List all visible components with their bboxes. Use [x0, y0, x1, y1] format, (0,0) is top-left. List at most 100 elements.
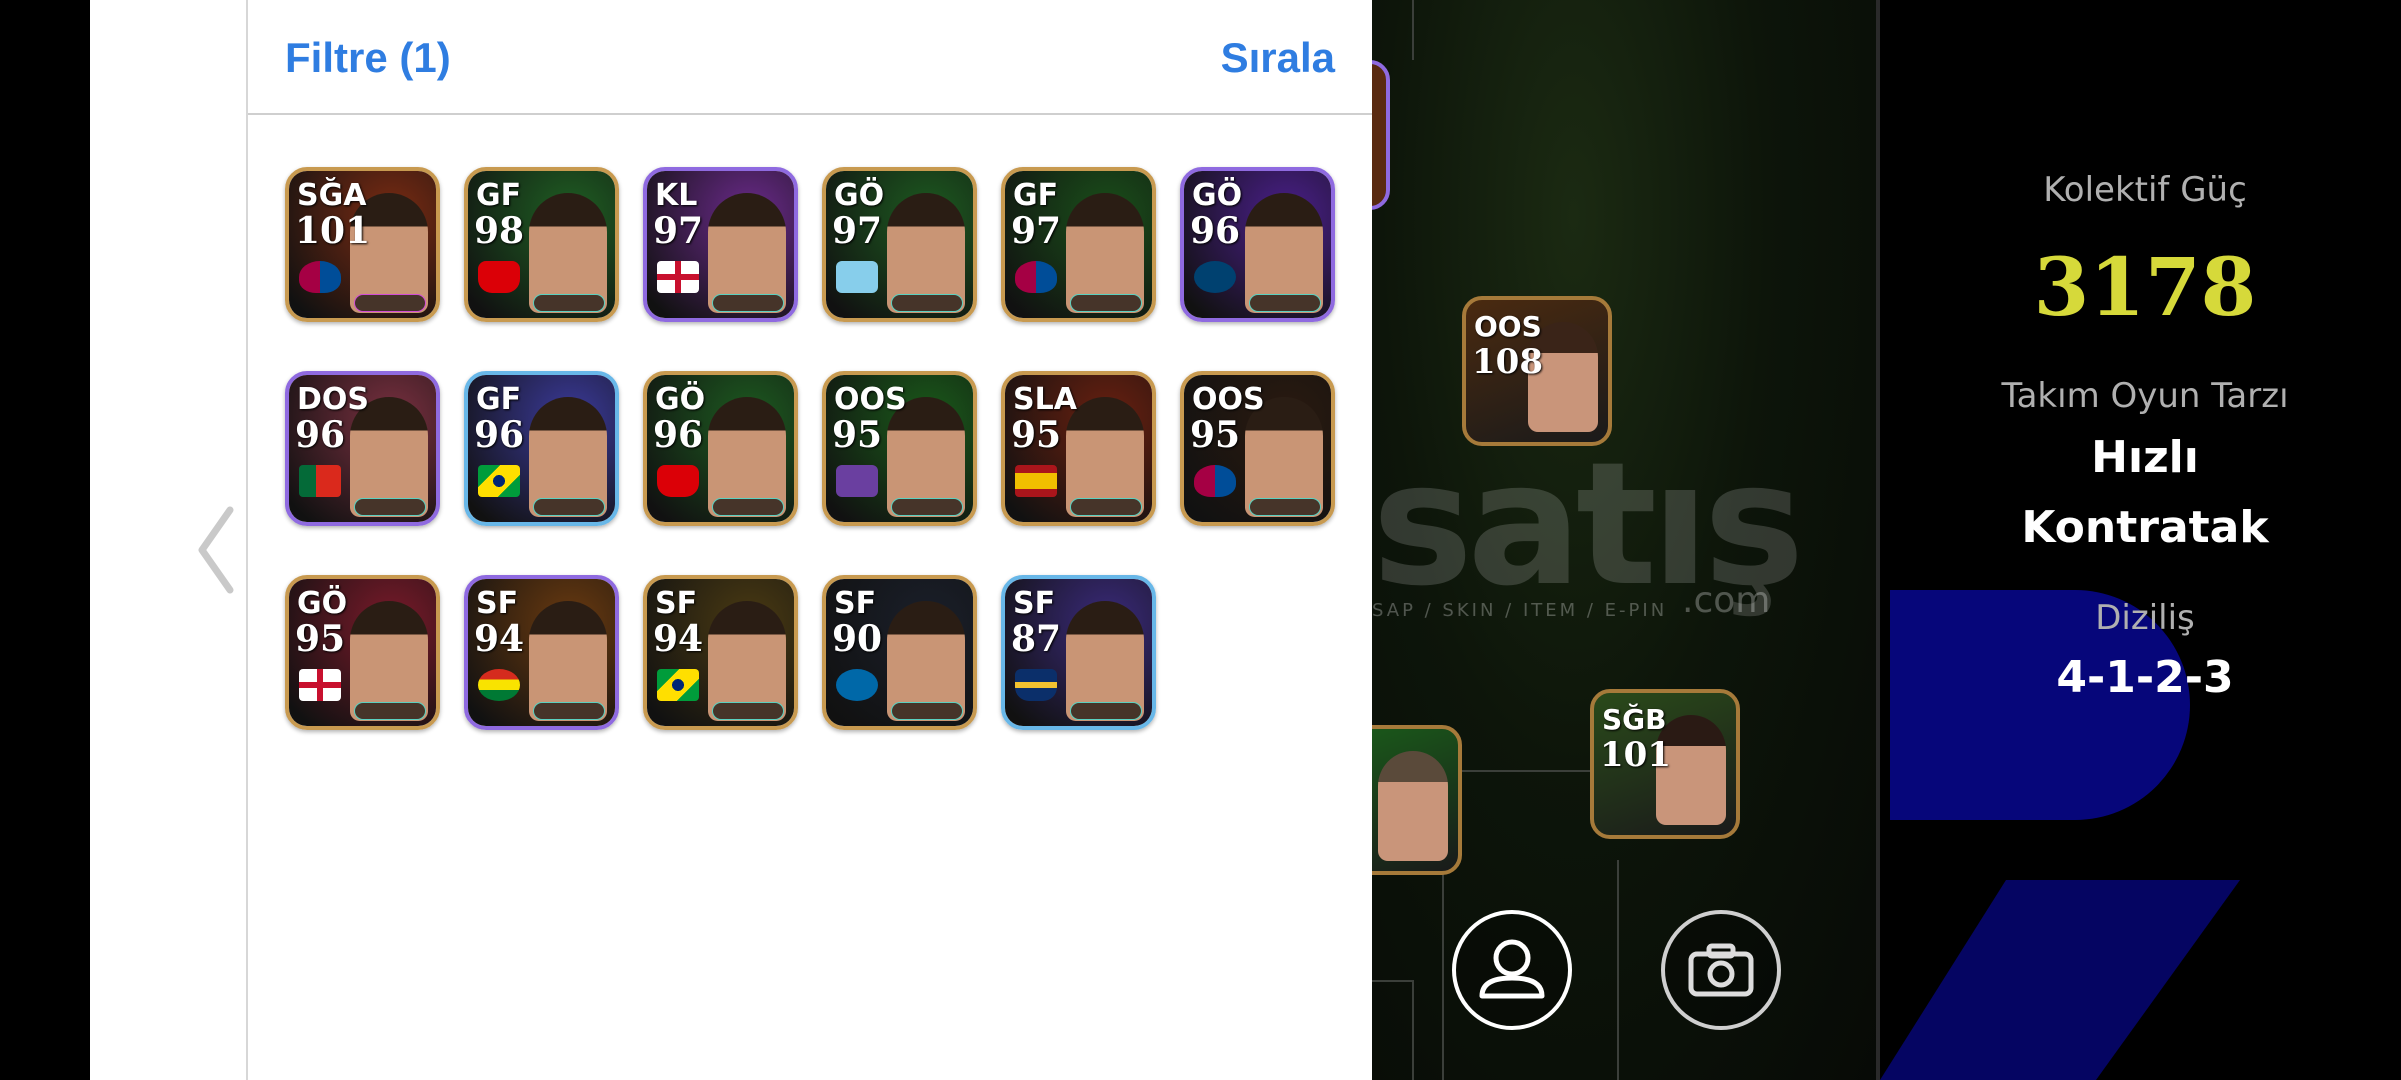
inter-flag-icon: [836, 669, 878, 701]
decorative-stripe: [1880, 880, 2240, 1080]
player-card[interactable]: OOS 95: [1180, 371, 1335, 526]
player-card[interactable]: GÖ 97: [822, 167, 977, 322]
player-rating: 108: [1472, 342, 1543, 382]
skill-badge-icon: [891, 702, 963, 720]
bolivia-flag-icon: [478, 669, 520, 701]
pitch: [1372, 0, 1876, 1080]
player-select-panel: Filtre (1) Sırala SĞA 101 GF 98 KL 97 GÖ 97 GF 97…: [90, 0, 1372, 1080]
player-rating: 90: [832, 618, 883, 660]
player-rating: 95: [295, 618, 346, 660]
player-card[interactable]: SF 94: [643, 575, 798, 730]
player-card[interactable]: DOS 96: [285, 371, 440, 526]
player-position: SLA: [1013, 382, 1077, 417]
skill-badge-icon: [533, 702, 605, 720]
player-card[interactable]: GÖ 95: [285, 575, 440, 730]
player-position: SF: [1013, 586, 1056, 621]
player-position: GÖ: [655, 382, 706, 417]
player-rating: 95: [1011, 414, 1062, 456]
portugal-flag-icon: [299, 465, 341, 497]
left-margin: [0, 0, 90, 1080]
sort-button[interactable]: Sırala: [1221, 34, 1335, 82]
player-card[interactable]: GÖ 96: [643, 371, 798, 526]
lazio-flag-icon: [836, 261, 878, 293]
skill-badge-icon: [1070, 498, 1142, 516]
barcelona-flag-icon: [1194, 465, 1236, 497]
player-rating: 101: [295, 210, 371, 252]
game-screen: OOS 108 SĞB 101 satış SAP / SKIN / ITEM …: [0, 0, 2401, 1080]
player-card[interactable]: GF 98: [464, 167, 619, 322]
player-card[interactable]: SF 87: [1001, 575, 1156, 730]
skill-badge-icon: [354, 702, 426, 720]
collective-power-label: Kolektif Güç: [2043, 170, 2247, 210]
player-position: GF: [476, 178, 522, 213]
player-position: GF: [1013, 178, 1059, 213]
team-style-label: Takım Oyun Tarzı: [2001, 376, 2289, 416]
brazil-flag-icon: [657, 669, 699, 701]
spain-flag-icon: [1015, 465, 1057, 497]
player-rating: 96: [1190, 210, 1241, 252]
skill-badge-icon: [354, 498, 426, 516]
player-card[interactable]: GF 96: [464, 371, 619, 526]
user-icon: [1479, 939, 1545, 999]
player-rating: 98: [474, 210, 525, 252]
boca-flag-icon: [1015, 669, 1057, 701]
skill-badge-icon: [712, 702, 784, 720]
skill-badge-icon: [1249, 498, 1321, 516]
player-card[interactable]: SF 90: [822, 575, 977, 730]
formation-value[interactable]: 4-1-2-3: [1880, 652, 2401, 703]
player-rating: 97: [1011, 210, 1062, 252]
player-position: OOS: [834, 382, 907, 417]
player-rating: 94: [474, 618, 525, 660]
profile-button[interactable]: [1452, 910, 1572, 1030]
player-card[interactable]: SF 94: [464, 575, 619, 730]
player-face: [1378, 751, 1448, 861]
skill-badge-icon: [891, 294, 963, 312]
england-flag-icon: [299, 669, 341, 701]
player-rating: 95: [1190, 414, 1241, 456]
header-divider: [248, 113, 1372, 115]
player-position: OOS: [1192, 382, 1265, 417]
camera-button[interactable]: [1661, 910, 1781, 1030]
england-flag-icon: [657, 261, 699, 293]
player-rating: 101: [1600, 735, 1671, 775]
player-position: SF: [476, 586, 519, 621]
player-card[interactable]: GÖ 96: [1180, 167, 1335, 322]
player-rating: 94: [653, 618, 704, 660]
barcelona-flag-icon: [1015, 261, 1057, 293]
player-rating: 97: [653, 210, 704, 252]
collective-power-value: 3178: [2033, 240, 2257, 334]
player-position: SĞB: [1602, 703, 1667, 736]
player-card[interactable]: KL 97: [643, 167, 798, 322]
player-card[interactable]: SLA 95: [1001, 371, 1156, 526]
skill-badge-icon: [1070, 702, 1142, 720]
player-position: SĞA: [297, 178, 367, 213]
player-rating: 96: [653, 414, 704, 456]
player-position: GÖ: [297, 586, 348, 621]
skill-badge-icon: [533, 498, 605, 516]
skill-badge-icon: [891, 498, 963, 516]
player-rating: 96: [474, 414, 525, 456]
barcelona-flag-icon: [299, 261, 341, 293]
skill-badge-icon: [1070, 294, 1142, 312]
pitch-player-card[interactable]: SĞB 101: [1590, 689, 1740, 839]
player-position: GF: [476, 382, 522, 417]
player-position: GÖ: [834, 178, 885, 213]
player-position: OOS: [1474, 310, 1542, 343]
player-card[interactable]: SĞA 101: [285, 167, 440, 322]
player-card[interactable]: GF 97: [1001, 167, 1156, 322]
psg-flag-icon: [1194, 261, 1236, 293]
chevron-left-icon[interactable]: [190, 500, 250, 600]
arsenal-flag-icon: [657, 465, 699, 497]
player-rating: 96: [295, 414, 346, 456]
skill-badge-icon: [533, 294, 605, 312]
formation-label: Diziliş: [2095, 598, 2195, 638]
player-card[interactable]: OOS 95: [822, 371, 977, 526]
arsenal-flag-icon: [478, 261, 520, 293]
team-style-value-2: Kontratak: [2021, 502, 2269, 553]
filter-button[interactable]: Filtre (1): [285, 34, 451, 82]
player-rating: 87: [1011, 618, 1062, 660]
skill-badge-icon: [712, 294, 784, 312]
brazil-flag-icon: [478, 465, 520, 497]
pitch-player-card[interactable]: OOS 108: [1462, 296, 1612, 446]
skill-badge-icon: [1249, 294, 1321, 312]
